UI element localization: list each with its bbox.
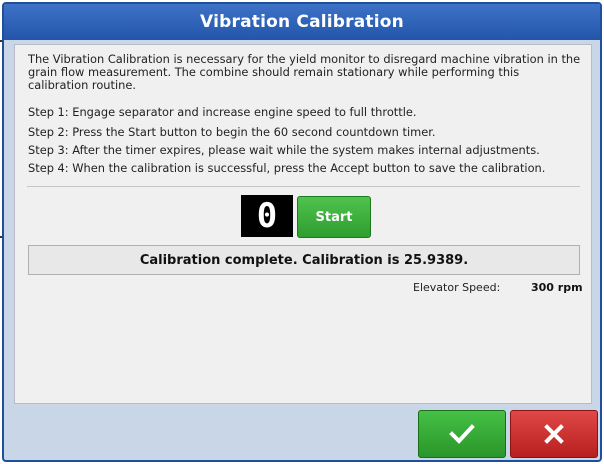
step-4-text: Step 4: When the calibration is successf… [28,161,546,175]
check-icon [449,424,475,444]
vibration-calibration-dialog: Vibration Calibration The Vibration Cali… [2,2,602,462]
countdown-timer-display: 0 [241,195,293,237]
calibration-status-text: Calibration complete. Calibration is 25.… [139,252,469,268]
timer-digit: 0 [256,196,278,236]
edge-mark-bottom [0,236,2,238]
description-text: The Vibration Calibration is necessary f… [28,52,581,92]
step-3-text: Step 3: After the timer expires, please … [28,143,540,157]
dialog-title: Vibration Calibration [4,4,600,40]
cancel-button[interactable] [510,410,598,458]
divider [27,186,580,187]
step-2-text: Step 2: Press the Start button to begin … [28,125,436,139]
start-button[interactable]: Start [297,196,371,238]
elevator-speed-value: 300 rpm [531,281,583,294]
close-icon [544,424,564,444]
calibration-status-box: Calibration complete. Calibration is 25.… [28,245,580,275]
step-1-text: Step 1: Engage separator and increase en… [28,105,417,119]
elevator-speed-label: Elevator Speed: [413,281,501,294]
content-panel: The Vibration Calibration is necessary f… [14,44,592,404]
edge-mark-top [0,40,2,42]
accept-button[interactable] [418,410,506,458]
